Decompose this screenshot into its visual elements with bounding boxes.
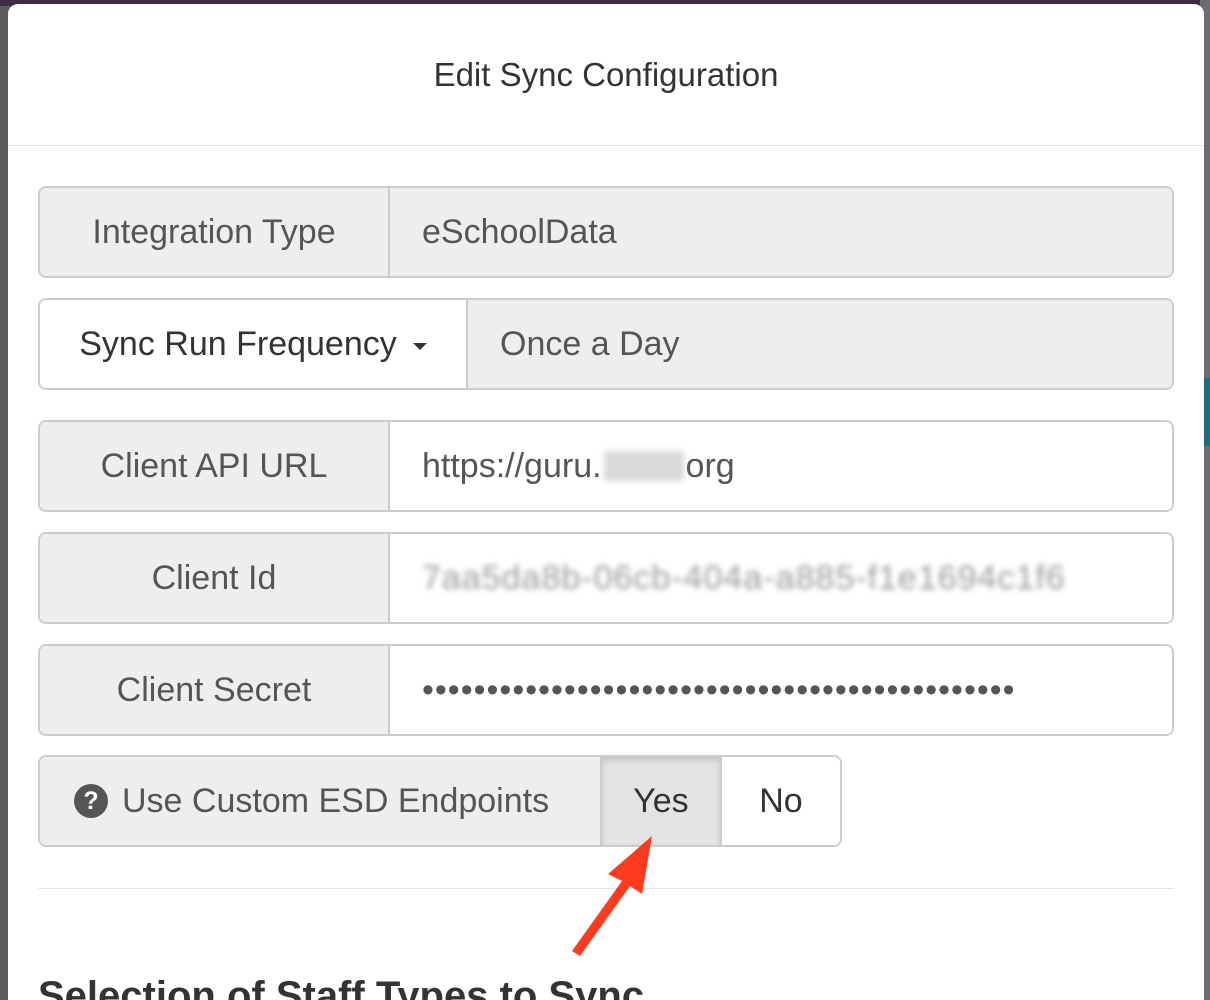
client-secret-label: Client Secret bbox=[40, 646, 390, 734]
client-secret-input[interactable]: ••••••••••••••••••••••••••••••••••••••••… bbox=[390, 646, 1172, 734]
sync-frequency-value: Once a Day bbox=[500, 324, 680, 363]
sync-frequency-dropdown-button[interactable]: Sync Run Frequency bbox=[40, 300, 468, 388]
redacted-blur bbox=[603, 451, 684, 481]
sync-frequency-field: Once a Day bbox=[468, 300, 1172, 388]
staff-types-section-title: Selection of Staff Types to Sync bbox=[38, 974, 645, 1000]
custom-endpoints-no-button[interactable]: No bbox=[719, 757, 840, 845]
client-secret-value: ••••••••••••••••••••••••••••••••••••••••… bbox=[422, 670, 1016, 709]
client-api-url-prefix: https://guru. bbox=[422, 446, 602, 485]
integration-type-field: eSchoolData bbox=[390, 188, 1172, 276]
client-api-url-suffix: org bbox=[685, 446, 735, 485]
sync-frequency-group: Sync Run Frequency Once a Day bbox=[38, 298, 1174, 390]
modal-title: Edit Sync Configuration bbox=[433, 55, 779, 93]
question-circle-icon[interactable]: ? bbox=[74, 784, 108, 818]
client-api-url-group: Client API URL https://guru. org bbox=[38, 420, 1174, 512]
client-api-url-input[interactable]: https://guru. org bbox=[390, 422, 1172, 510]
integration-type-value: eSchoolData bbox=[422, 212, 617, 251]
client-secret-group: Client Secret ••••••••••••••••••••••••••… bbox=[38, 644, 1174, 736]
client-id-group: Client Id 7aa5da8b-06cb-404a-a885-f1e169… bbox=[38, 532, 1174, 624]
sync-frequency-label: Sync Run Frequency bbox=[79, 324, 397, 363]
client-id-value: 7aa5da8b-06cb-404a-a885-f1e1694c1f6 bbox=[422, 558, 1066, 597]
client-api-url-label: Client API URL bbox=[40, 422, 390, 510]
caret-down-icon bbox=[412, 342, 427, 350]
custom-endpoints-label-container: ? Use Custom ESD Endpoints bbox=[40, 757, 600, 845]
modal-header: Edit Sync Configuration bbox=[8, 4, 1204, 146]
client-id-label: Client Id bbox=[40, 534, 390, 622]
integration-type-label: Integration Type bbox=[40, 188, 390, 276]
red-arrow-annotation bbox=[572, 836, 652, 956]
integration-type-group: Integration Type eSchoolData bbox=[38, 186, 1174, 278]
client-id-input[interactable]: 7aa5da8b-06cb-404a-a885-f1e1694c1f6 bbox=[390, 534, 1172, 622]
custom-endpoints-label: Use Custom ESD Endpoints bbox=[122, 781, 550, 820]
custom-endpoints-group: ? Use Custom ESD Endpoints Yes No bbox=[38, 755, 842, 847]
